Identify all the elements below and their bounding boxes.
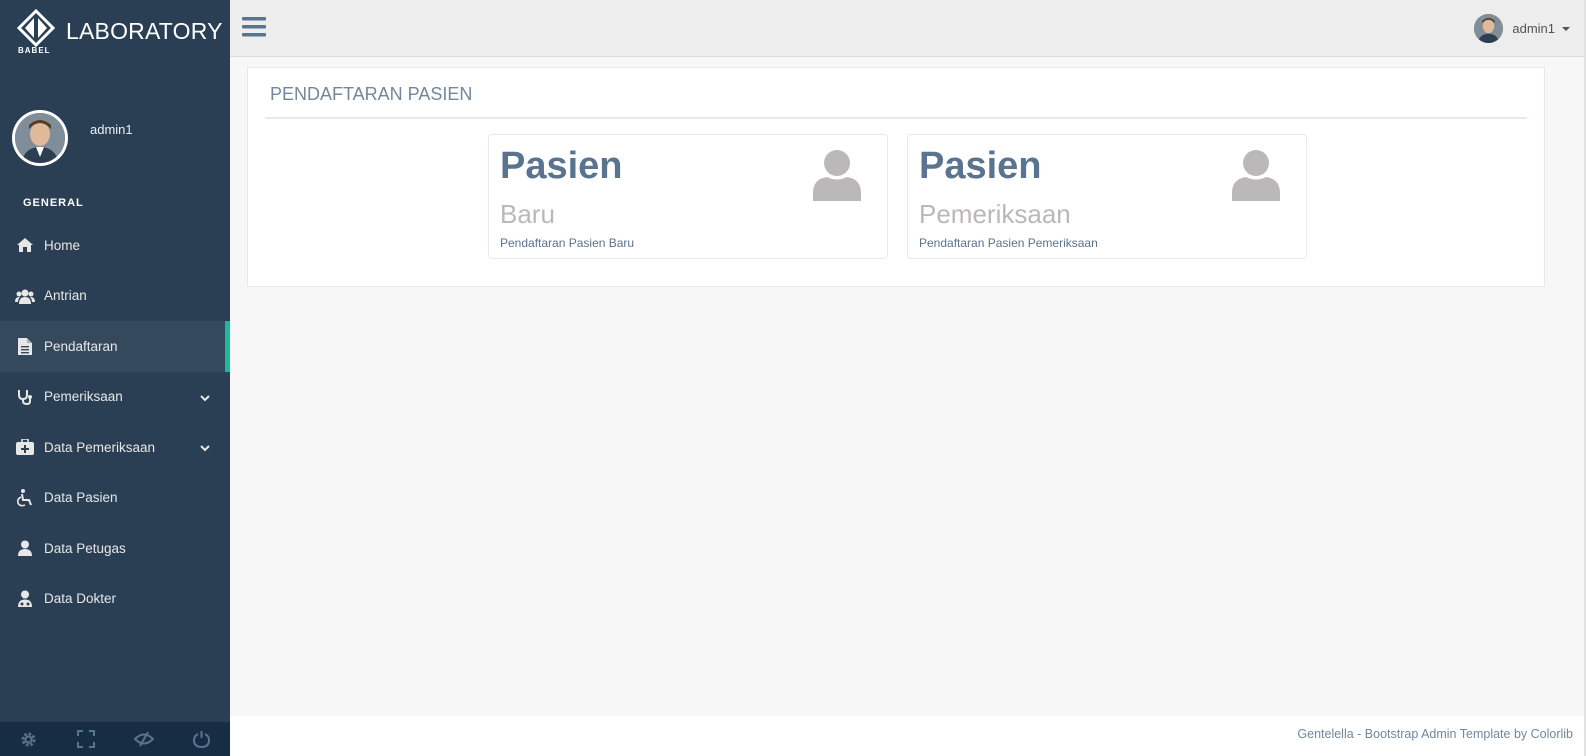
username: admin1 <box>1512 21 1555 36</box>
sidebar-item-data-petugas[interactable]: Data Petugas <box>0 523 230 574</box>
sidebar-item-label: Pendaftaran <box>44 338 118 354</box>
avatar <box>1474 14 1504 43</box>
sidebar-item-label: Antrian <box>44 288 87 304</box>
sidebar-item-data-dokter[interactable]: Data Dokter <box>0 574 230 625</box>
profile-name: admin1 <box>90 122 133 137</box>
footer-credit: Gentelella - Bootstrap Admin Template by… <box>1297 727 1573 741</box>
user-icon <box>14 539 36 557</box>
sidebar-menu: Home Antrian Pendaftaran Pemeriksaan Dat… <box>0 220 230 624</box>
sidebar-item-home[interactable]: Home <box>0 220 230 271</box>
avatar-icon <box>1474 14 1504 43</box>
fullscreen-icon <box>77 730 96 748</box>
menu-toggle-button[interactable] <box>242 17 266 42</box>
home-icon <box>14 236 36 254</box>
sidebar-item-label: Data Dokter <box>44 591 117 607</box>
tile-description: Pendaftaran Pasien Pemeriksaan <box>919 236 1098 250</box>
app-title: LABORATORY <box>66 17 223 44</box>
sidebar-item-label: Data Pasien <box>44 490 118 506</box>
chevron-down-icon <box>200 440 210 455</box>
logout-button[interactable] <box>173 722 231 756</box>
tile-subheading: Baru <box>500 199 555 229</box>
sidebar-item-label: Data Petugas <box>44 540 126 556</box>
eye-slash-icon <box>133 731 154 747</box>
sidebar-item-pemeriksaan[interactable]: Pemeriksaan <box>0 372 230 423</box>
tile-description: Pendaftaran Pasien Baru <box>500 236 635 250</box>
sidebar-item-data-pemeriksaan[interactable]: Data Pemeriksaan <box>0 422 230 473</box>
sidebar-item-data-pasien[interactable]: Data Pasien <box>0 473 230 524</box>
document-icon <box>14 337 36 355</box>
sidebar-item-label: Pemeriksaan <box>44 389 123 405</box>
settings-button[interactable] <box>0 722 58 756</box>
divider <box>265 117 1527 119</box>
diamond-logo-icon <box>16 8 56 48</box>
tile-pasien-pemeriksaan[interactable]: Pasien Pemeriksaan Pendaftaran Pasien Pe… <box>907 134 1307 259</box>
avatar-icon <box>15 113 65 163</box>
user-icon <box>1232 149 1280 206</box>
top-navbar: admin1 <box>230 0 1586 57</box>
sidebar-item-label: Home <box>44 237 81 253</box>
registration-panel: PENDAFTARAN PASIEN Pasien Baru Pendaftar… <box>247 67 1545 287</box>
tile-pasien-baru[interactable]: Pasien Baru Pendaftaran Pasien Baru <box>488 134 888 259</box>
panel-title: PENDAFTARAN PASIEN <box>270 84 473 104</box>
fullscreen-button[interactable] <box>58 722 116 756</box>
tile-subheading: Pemeriksaan <box>919 199 1071 229</box>
brand[interactable]: BABEL LABORATORY <box>0 0 230 62</box>
sidebar-item-label: Data Pemeriksaan <box>44 439 156 455</box>
gear-icon <box>21 732 36 746</box>
users-icon <box>14 287 36 305</box>
sidebar-item-pendaftaran[interactable]: Pendaftaran <box>0 321 230 372</box>
power-icon <box>192 731 210 748</box>
caret-down-icon <box>1562 26 1570 31</box>
logo-text: BABEL <box>18 46 51 55</box>
medkit-icon <box>14 438 36 456</box>
sidebar-item-antrian[interactable]: Antrian <box>0 271 230 322</box>
hamburger-icon <box>242 17 266 37</box>
sidebar: BABEL LABORATORY admin1 GENERAL Home Ant… <box>0 0 230 756</box>
page-footer: Gentelella - Bootstrap Admin Template by… <box>230 716 1586 756</box>
doctor-icon <box>14 590 36 608</box>
menu-section-title: GENERAL <box>23 197 84 209</box>
user-icon <box>813 149 861 206</box>
sidebar-footer <box>0 722 230 756</box>
tile-heading: Pasien <box>919 145 1042 187</box>
chevron-down-icon <box>200 390 210 405</box>
brand-logo: BABEL <box>16 8 56 55</box>
lock-button[interactable] <box>115 722 173 756</box>
stethoscope-icon <box>14 388 36 406</box>
wheelchair-icon <box>14 488 36 507</box>
profile-avatar <box>12 110 68 166</box>
user-dropdown[interactable]: admin1 <box>1474 14 1570 43</box>
tile-heading: Pasien <box>500 145 623 187</box>
